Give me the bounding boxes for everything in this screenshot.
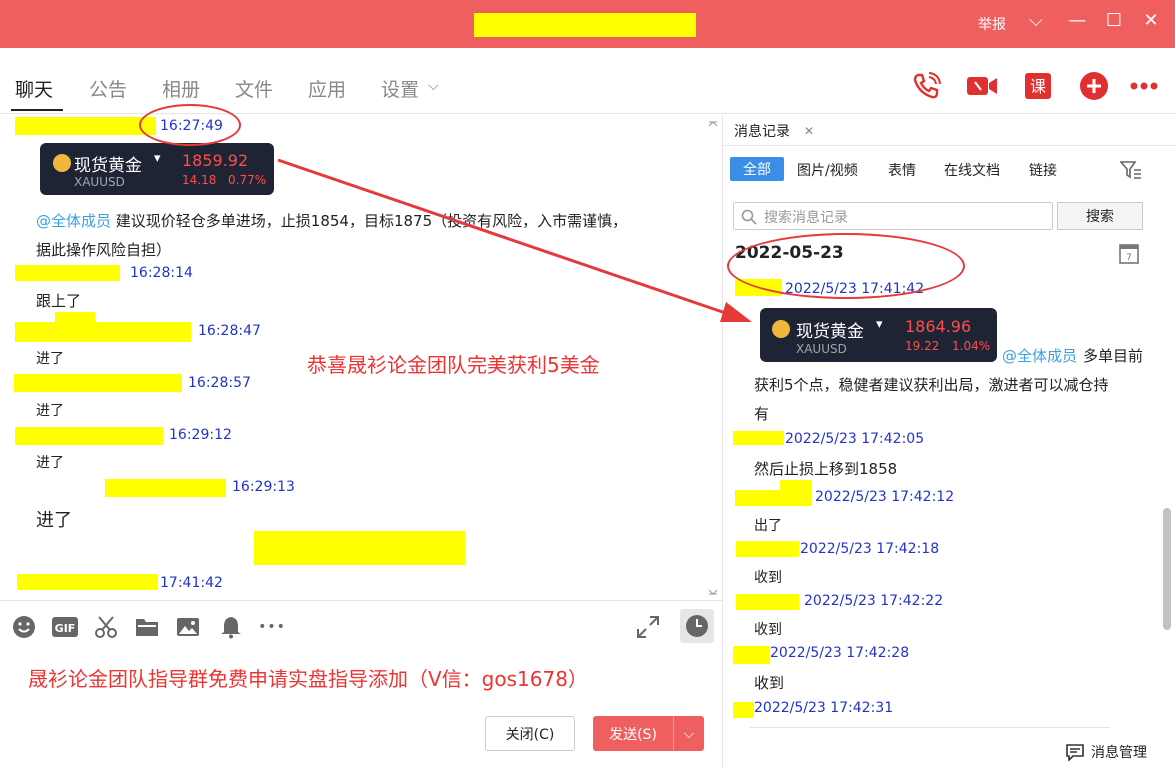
annotation-arrow (277, 158, 752, 322)
